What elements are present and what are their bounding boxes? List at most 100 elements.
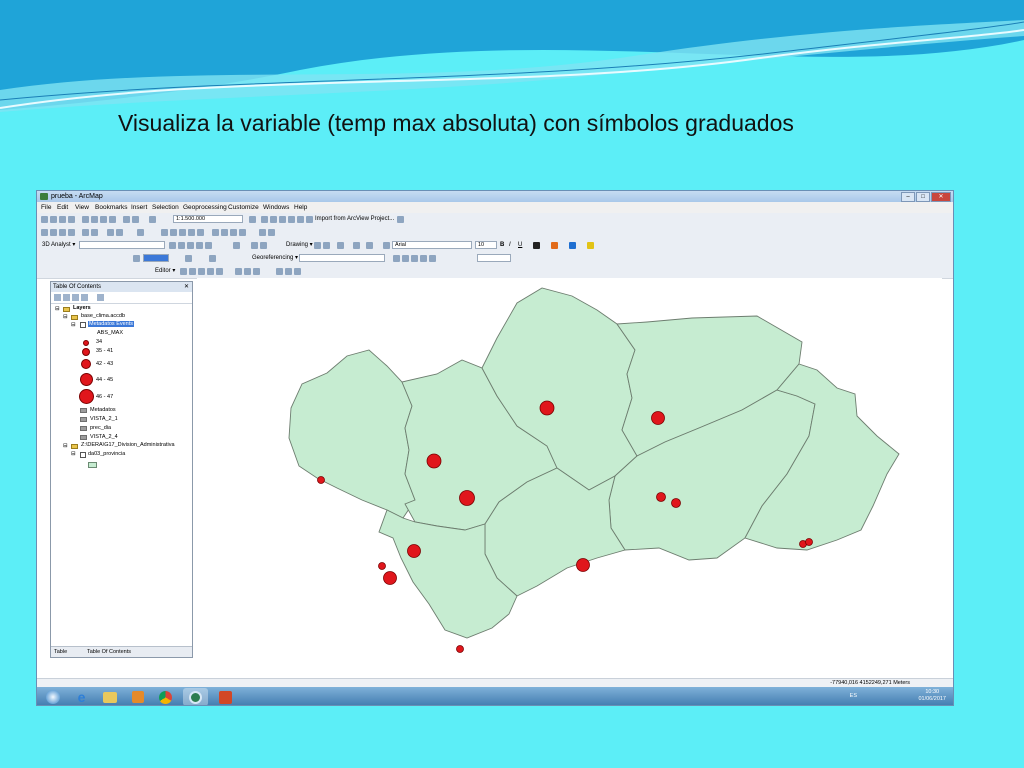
taskbar-media[interactable] (125, 688, 150, 705)
steepest-path-icon[interactable] (178, 242, 185, 249)
cut-icon[interactable] (82, 216, 89, 223)
toc-close-icon[interactable]: ✕ (184, 282, 189, 292)
trace-icon[interactable] (216, 268, 223, 275)
hyperlink-icon[interactable] (179, 229, 186, 236)
toc-window-icon[interactable] (261, 216, 268, 223)
editor-toolbar-icon[interactable] (249, 216, 256, 223)
arcglobe-icon[interactable] (260, 242, 267, 249)
layers-root[interactable]: Layers (73, 305, 91, 311)
line-of-sight-icon[interactable] (187, 242, 194, 249)
station-symbol[interactable] (805, 538, 813, 546)
tab-table[interactable]: Table (54, 647, 67, 657)
taskbar-arcmap[interactable] (183, 688, 208, 705)
menu-insert[interactable]: Insert (131, 202, 147, 213)
measure-icon[interactable] (197, 229, 204, 236)
shift-georef-icon[interactable] (402, 255, 409, 262)
layer-color-swatch[interactable] (143, 254, 169, 262)
station-symbol[interactable] (407, 544, 421, 558)
image-icon[interactable] (133, 255, 140, 262)
analyst-layer-combobox[interactable] (79, 241, 165, 249)
visibility-checkbox[interactable] (80, 322, 86, 328)
minimize-button[interactable]: – (901, 192, 915, 202)
font-icon[interactable] (383, 242, 390, 249)
viewer-icon[interactable] (429, 255, 436, 262)
table-layer-label[interactable]: VISTA_2_4 (90, 434, 118, 440)
cut-polygons-icon[interactable] (235, 268, 242, 275)
station-symbol[interactable] (576, 558, 590, 572)
3d-analyst-menu[interactable]: 3D Analyst ▾ (42, 239, 75, 252)
tab-table-of-contents[interactable]: Table Of Contents (87, 647, 131, 657)
folder-label[interactable]: Z:\DERA\G17_Division_Administrativa (81, 442, 175, 448)
start-button[interactable] (40, 688, 65, 705)
profile-icon[interactable] (233, 242, 240, 249)
menu-windows[interactable]: Windows (263, 202, 289, 213)
font-color-icon[interactable] (533, 242, 540, 249)
expand-icon[interactable]: ⊟ (71, 451, 76, 457)
drawing-menu[interactable]: Drawing ▾ (286, 239, 313, 252)
menu-customize[interactable]: Customize (228, 202, 259, 213)
fixed-zoom-in-icon[interactable] (82, 229, 89, 236)
list-by-selection-icon[interactable] (81, 294, 88, 301)
language-indicator[interactable]: ES (850, 693, 857, 699)
pan-icon[interactable] (59, 229, 66, 236)
station-symbol[interactable] (317, 476, 325, 484)
font-name-combobox[interactable]: Arial (392, 241, 472, 249)
station-symbol[interactable] (656, 492, 666, 502)
rotate-georef-icon[interactable] (393, 255, 400, 262)
taskbar-chrome[interactable] (153, 688, 178, 705)
table-layer-label[interactable]: prec_dia (90, 425, 111, 431)
taskbar-ie[interactable]: e (69, 688, 94, 705)
editor-menu[interactable]: Editor ▾ (155, 265, 175, 278)
create-viewer-icon[interactable] (259, 229, 266, 236)
fill-color-icon[interactable] (551, 242, 558, 249)
taskbar-explorer[interactable] (97, 688, 122, 705)
contrast-icon[interactable] (185, 255, 192, 262)
zoom-out-icon[interactable] (50, 229, 57, 236)
station-symbol[interactable] (383, 571, 397, 585)
menu-edit[interactable]: Edit (57, 202, 68, 213)
station-symbol[interactable] (539, 400, 555, 416)
new-document-icon[interactable] (41, 216, 48, 223)
bold-button[interactable]: B (500, 239, 504, 252)
model-builder-icon[interactable] (306, 216, 313, 223)
line-color-icon[interactable] (569, 242, 576, 249)
search-icon[interactable] (279, 216, 286, 223)
copy-icon[interactable] (91, 216, 98, 223)
georeferencing-menu[interactable]: Georeferencing ▾ (252, 252, 298, 265)
list-by-visibility-icon[interactable] (72, 294, 79, 301)
add-control-points-icon[interactable] (411, 255, 418, 262)
link-table-icon[interactable] (420, 255, 427, 262)
list-by-source-icon[interactable] (63, 294, 70, 301)
expand-icon[interactable]: ⊟ (63, 314, 68, 320)
time-slider-icon[interactable] (239, 229, 246, 236)
contour-icon[interactable] (169, 242, 176, 249)
save-icon[interactable] (59, 216, 66, 223)
zoom-in-icon[interactable] (41, 229, 48, 236)
menu-selection[interactable]: Selection (152, 202, 179, 213)
catalog-window-icon[interactable] (268, 229, 275, 236)
open-icon[interactable] (50, 216, 57, 223)
events-layer-label[interactable]: Metadatos Events (88, 321, 135, 327)
visibility-checkbox[interactable] (80, 452, 86, 458)
create-features-icon[interactable] (294, 268, 301, 275)
select-features-icon[interactable] (137, 229, 144, 236)
station-symbol[interactable] (426, 453, 442, 469)
close-button[interactable]: ✕ (931, 192, 951, 202)
arctoolbox-icon[interactable] (288, 216, 295, 223)
station-symbol[interactable] (456, 645, 464, 653)
list-by-drawing-order-icon[interactable] (54, 294, 61, 301)
fixed-zoom-out-icon[interactable] (91, 229, 98, 236)
arcscene-icon[interactable] (251, 242, 258, 249)
undo-icon[interactable] (123, 216, 130, 223)
text-icon[interactable] (353, 242, 360, 249)
paste-icon[interactable] (100, 216, 107, 223)
expand-icon[interactable]: ⊟ (71, 322, 76, 328)
station-symbol[interactable] (378, 562, 386, 570)
table-layer-label[interactable]: Metadatos (90, 407, 116, 413)
italic-button[interactable]: I (509, 239, 511, 252)
province-layer-label[interactable]: da03_provincia (88, 451, 125, 457)
rotate-icon[interactable] (323, 242, 330, 249)
attributes-icon[interactable] (276, 268, 283, 275)
menu-file[interactable]: File (41, 202, 51, 213)
select-elements-icon[interactable] (161, 229, 168, 236)
